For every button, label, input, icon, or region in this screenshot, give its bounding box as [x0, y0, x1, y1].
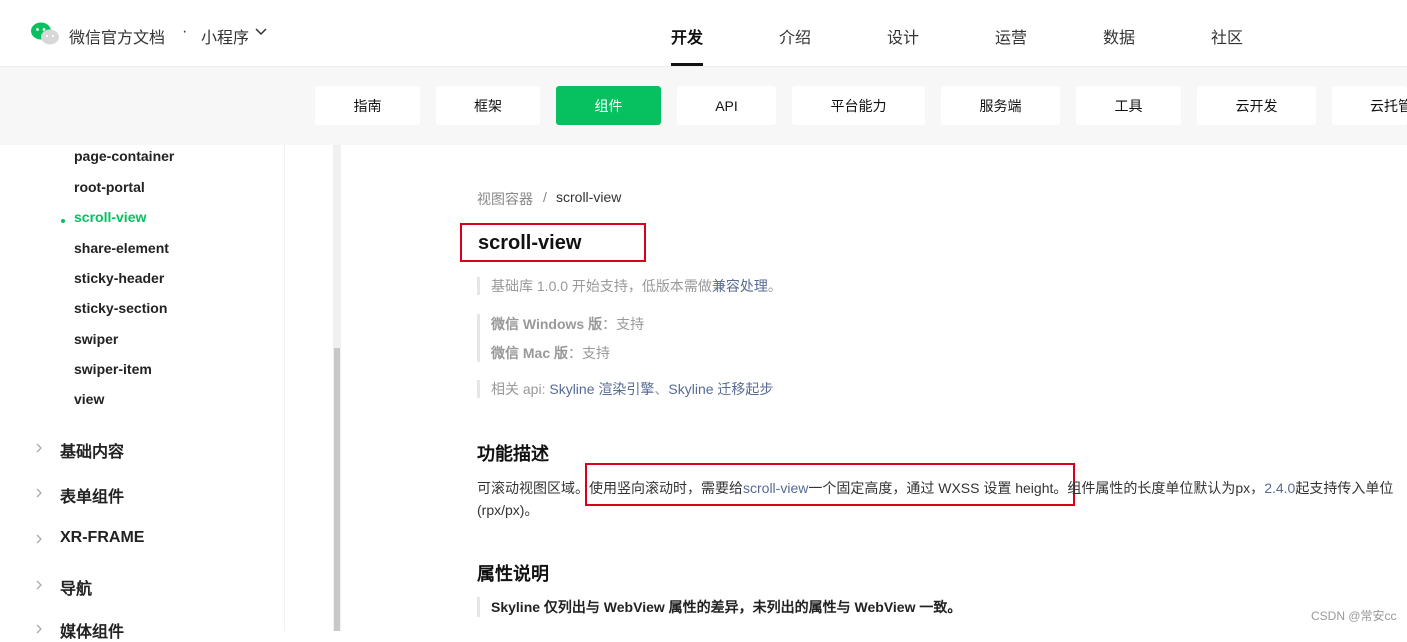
sidebar-item-share-element[interactable]: share-element	[74, 240, 169, 256]
brand-title[interactable]: 微信官方文档	[69, 24, 165, 48]
compat-link[interactable]: 兼容处理	[712, 278, 768, 294]
skyline-diff-note: Skyline 仅列出与 WebView 属性的差异，未列出的属性与 WebVi…	[477, 597, 961, 617]
top-nav-ops[interactable]: 运营	[995, 24, 1027, 48]
sidebar-category-navigation[interactable]: 导航	[60, 575, 92, 599]
csdn-watermark: CSDN @常安cc	[1311, 609, 1397, 623]
desc-part2: 使用竖向滚动时，需要给	[589, 480, 743, 496]
page-title: scroll-view	[478, 232, 582, 254]
top-header: 微信官方文档 · 小程序 开发 介绍 设计 运营 数据 社区	[0, 0, 1407, 67]
support-note-suffix: 。	[767, 278, 782, 294]
windows-label: 微信 Windows 版	[491, 316, 603, 332]
chevron-right-icon[interactable]	[36, 488, 43, 498]
active-bullet-icon	[61, 219, 65, 223]
subnav-tools[interactable]: 工具	[1076, 86, 1181, 125]
sidebar-item-swiper-item[interactable]: swiper-item	[74, 361, 152, 377]
sidebar-scrollbar-thumb[interactable]	[334, 348, 340, 631]
breadcrumb-parent[interactable]: 视图容器	[477, 189, 533, 209]
desc-part1: 可滚动视图区域。	[477, 480, 589, 496]
windows-value: ：支持	[602, 316, 645, 332]
breadcrumb-current: scroll-view	[556, 189, 622, 205]
sub-nav: 指南 框架 组件 API 平台能力 服务端 工具 云开发 云托管	[0, 67, 1407, 145]
active-nav-underline	[671, 63, 703, 66]
sidebar-item-scroll-view[interactable]: scroll-view	[74, 209, 146, 225]
support-note-text: 基础库 1.0.0 开始支持，低版本需做	[491, 278, 712, 294]
version-link[interactable]: 2.4.0	[1264, 480, 1295, 496]
top-nav-community[interactable]: 社区	[1211, 24, 1243, 48]
brand-separator: ·	[182, 23, 188, 40]
wechat-logo[interactable]	[30, 20, 60, 48]
sidebar-item-sticky-header[interactable]: sticky-header	[74, 270, 164, 286]
top-nav-dev[interactable]: 开发	[671, 24, 703, 48]
desc-part4: 组件属性的长度单位默认为px，	[1067, 480, 1265, 496]
scroll-view-link[interactable]: scroll-view	[743, 480, 808, 496]
sidebar-item-page-container[interactable]: page-container	[74, 148, 174, 164]
sidebar-item-swiper[interactable]: swiper	[74, 331, 118, 347]
api-separator: 、	[654, 381, 669, 397]
related-api-label: 相关 api:	[491, 381, 550, 397]
top-nav-design[interactable]: 设计	[887, 24, 919, 48]
top-nav-data[interactable]: 数据	[1103, 24, 1135, 48]
platform-support-note: 微信 Windows 版：支持 微信 Mac 版：支持	[477, 314, 644, 362]
chevron-right-icon[interactable]	[36, 443, 43, 453]
sidebar-category-form[interactable]: 表单组件	[60, 483, 124, 507]
subnav-components[interactable]: 组件	[556, 86, 661, 125]
top-nav-intro[interactable]: 介绍	[779, 24, 811, 48]
sidebar-divider	[284, 145, 285, 631]
subnav-guide[interactable]: 指南	[315, 86, 420, 125]
sidebar-category-basic-content[interactable]: 基础内容	[60, 438, 124, 462]
subnav-cloud-hosting[interactable]: 云托管	[1332, 86, 1407, 125]
wechat-logo-icon	[31, 22, 59, 45]
sidebar-item-sticky-section[interactable]: sticky-section	[74, 300, 167, 316]
chevron-right-icon[interactable]	[36, 580, 43, 590]
subnav-framework[interactable]: 框架	[436, 86, 540, 125]
mac-label: 微信 Mac 版	[491, 345, 569, 361]
mac-value: ：支持	[568, 345, 611, 361]
chevron-right-icon[interactable]	[36, 534, 43, 544]
subnav-cloud-dev[interactable]: 云开发	[1197, 86, 1316, 125]
section-title-description: 功能描述	[477, 444, 549, 464]
chevron-down-icon[interactable]	[255, 27, 267, 37]
section-title-properties: 属性说明	[477, 564, 549, 584]
subnav-platform[interactable]: 平台能力	[792, 86, 925, 125]
breadcrumb-separator: /	[543, 189, 547, 205]
subnav-api[interactable]: API	[677, 86, 776, 125]
related-api-note: 相关 api: Skyline 渲染引擎、Skyline 迁移起步	[477, 380, 773, 398]
sidebar-category-media[interactable]: 媒体组件	[60, 618, 124, 642]
skyline-migrate-link[interactable]: Skyline 迁移起步	[668, 381, 773, 397]
desc-part3: 一个固定高度，通过 WXSS 设置 height。	[808, 480, 1068, 496]
product-switcher[interactable]: 小程序	[201, 24, 249, 48]
chevron-right-icon[interactable]	[36, 624, 43, 634]
sidebar-category-xr-frame[interactable]: XR-FRAME	[60, 529, 144, 547]
sidebar-item-view[interactable]: view	[74, 391, 104, 407]
description-paragraph: 可滚动视图区域。使用竖向滚动时，需要给scroll-view一个固定高度，通过 …	[477, 477, 1407, 521]
sidebar-item-root-portal[interactable]: root-portal	[74, 179, 145, 195]
support-note: 基础库 1.0.0 开始支持，低版本需做兼容处理。	[477, 277, 782, 295]
subnav-server[interactable]: 服务端	[941, 86, 1060, 125]
skyline-render-link[interactable]: Skyline 渲染引擎	[549, 381, 654, 397]
